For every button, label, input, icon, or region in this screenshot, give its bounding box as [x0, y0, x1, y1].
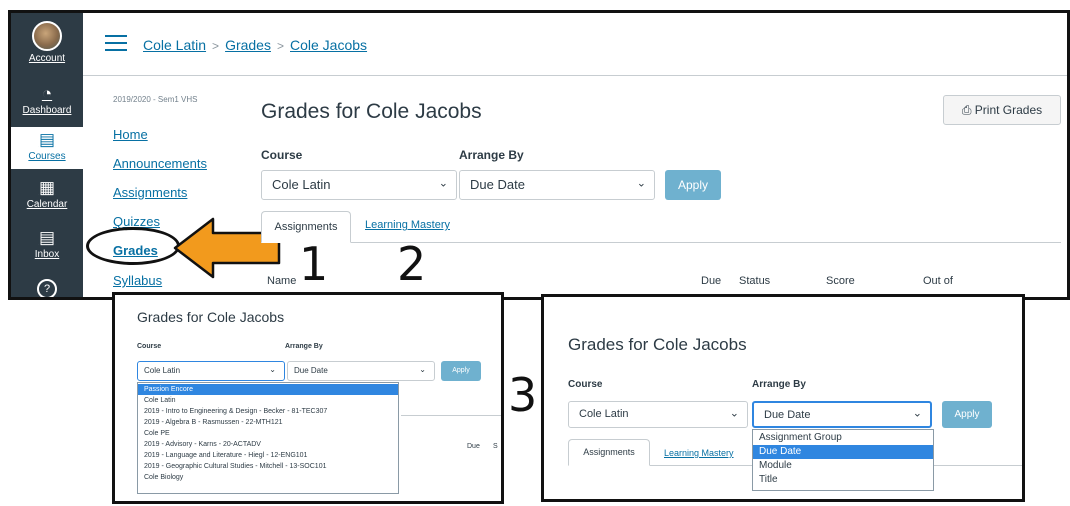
- course-option[interactable]: 2019 - Geographic Cultural Studies - Mit…: [138, 461, 398, 472]
- annotation-number-3: 3: [508, 368, 538, 422]
- tabs-divider: [401, 415, 501, 416]
- arrange-option[interactable]: Assignment Group: [753, 431, 933, 445]
- arrange-option[interactable]: Module: [753, 459, 933, 473]
- help-icon: ?: [37, 279, 57, 297]
- grades-page-screenshot: Account ◔ Dashboard ▤ Courses ▦ Calendar…: [8, 10, 1070, 300]
- nav-calendar[interactable]: ▦ Calendar: [11, 178, 83, 211]
- arrange-option[interactable]: Due Date: [753, 445, 933, 459]
- course-nav-assignments[interactable]: Assignments: [113, 185, 187, 200]
- tab-learning-mastery[interactable]: Learning Mastery: [664, 448, 734, 458]
- nav-inbox[interactable]: ▤ Inbox: [11, 228, 83, 261]
- course-label: Course: [137, 343, 162, 350]
- tabs-divider: [261, 242, 1061, 243]
- column-score: Score: [826, 275, 855, 287]
- course-option[interactable]: Cole Latin: [138, 395, 398, 406]
- course-dropdown-list: Passion Encore Cole Latin 2019 - Intro t…: [137, 382, 399, 494]
- column-status: S: [493, 443, 498, 450]
- hamburger-menu-icon[interactable]: [105, 35, 127, 51]
- arrange-by-dropdown-list: Assignment Group Due Date Module Title: [752, 429, 934, 491]
- nav-help[interactable]: ?: [11, 279, 83, 297]
- column-due: Due: [701, 275, 722, 287]
- arrange-by-select[interactable]: Due Date ⌄: [752, 401, 932, 428]
- grades-highlight-circle: [86, 227, 180, 265]
- chevron-down-icon: ⌄: [269, 365, 276, 375]
- arrange-by-select[interactable]: Due Date ⌄: [459, 170, 655, 200]
- column-name: Name: [267, 275, 297, 287]
- printer-icon: ⎙: [961, 103, 972, 117]
- chevron-right-icon: >: [212, 39, 220, 53]
- avatar: [32, 21, 62, 51]
- course-nav-syllabus[interactable]: Syllabus: [113, 273, 162, 288]
- arrange-by-dropdown-panel: Grades for Cole Jacobs Course Arrange By…: [541, 294, 1025, 502]
- nav-dashboard[interactable]: ◔ Dashboard: [11, 84, 83, 117]
- course-option[interactable]: 2019 - Algebra B - Rasmussen - 22-MTH121: [138, 417, 398, 428]
- course-dropdown-panel: Grades for Cole Jacobs Course Arrange By…: [112, 292, 504, 504]
- chevron-down-icon: ⌄: [636, 177, 646, 190]
- breadcrumb-grades[interactable]: Grades: [225, 37, 271, 53]
- nav-account[interactable]: Account: [11, 21, 83, 64]
- arrange-by-label: Arrange By: [285, 343, 323, 350]
- breadcrumb-course[interactable]: Cole Latin: [143, 37, 206, 53]
- course-option[interactable]: 2019 - Language and Literature - Hiegl -…: [138, 450, 398, 461]
- term-label: 2019/2020 - Sem1 VHS: [113, 95, 198, 104]
- page-header: Cole Latin > Grades > Cole Jacobs: [83, 13, 1067, 76]
- column-due: Due: [467, 443, 480, 450]
- book-icon: ▤: [38, 130, 56, 149]
- tab-assignments[interactable]: Assignments: [568, 439, 650, 466]
- arrange-by-select[interactable]: Due Date ⌄: [287, 361, 435, 381]
- chevron-right-icon: >: [276, 39, 284, 53]
- nav-courses[interactable]: ▤ Courses: [11, 127, 83, 169]
- course-option[interactable]: Cole Biology: [138, 472, 398, 483]
- annotation-number-1: 1: [299, 237, 329, 291]
- tab-learning-mastery[interactable]: Learning Mastery: [365, 219, 450, 231]
- course-label: Course: [568, 379, 603, 390]
- course-option[interactable]: 2019 - Advisory - Karns - 20-ACTADV: [138, 439, 398, 450]
- course-select[interactable]: Cole Latin ⌄: [137, 361, 285, 381]
- course-nav-announcements[interactable]: Announcements: [113, 156, 207, 171]
- apply-button[interactable]: Apply: [665, 170, 721, 200]
- apply-button[interactable]: Apply: [942, 401, 992, 428]
- breadcrumb-student[interactable]: Cole Jacobs: [290, 37, 367, 53]
- breadcrumb: Cole Latin > Grades > Cole Jacobs: [143, 37, 367, 53]
- inbox-icon: ▤: [38, 228, 56, 247]
- course-select[interactable]: Cole Latin ⌄: [261, 170, 457, 200]
- arrange-by-label: Arrange By: [752, 379, 806, 390]
- column-out-of: Out of: [923, 275, 953, 287]
- dashboard-icon: ◔: [41, 84, 53, 103]
- chevron-down-icon: ⌄: [729, 406, 739, 419]
- global-navigation: Account ◔ Dashboard ▤ Courses ▦ Calendar…: [11, 13, 83, 297]
- course-option[interactable]: Passion Encore: [138, 384, 398, 395]
- print-grades-button[interactable]: ⎙ Print Grades: [943, 95, 1061, 125]
- chevron-down-icon: ⌄: [438, 177, 448, 190]
- panel-title: Grades for Cole Jacobs: [137, 309, 285, 325]
- course-option[interactable]: Cole PE: [138, 428, 398, 439]
- arrange-by-label: Arrange By: [459, 148, 524, 162]
- chevron-down-icon: ⌄: [419, 365, 426, 375]
- page-title: Grades for Cole Jacobs: [261, 100, 482, 123]
- annotation-number-2: 2: [397, 237, 427, 291]
- column-status: Status: [739, 275, 771, 287]
- course-label: Course: [261, 148, 303, 162]
- course-select[interactable]: Cole Latin ⌄: [568, 401, 748, 428]
- arrange-option[interactable]: Title: [753, 473, 933, 487]
- apply-button[interactable]: Apply: [441, 361, 481, 381]
- chevron-down-icon: ⌄: [912, 406, 922, 419]
- panel-title: Grades for Cole Jacobs: [568, 335, 747, 354]
- calendar-icon: ▦: [38, 178, 56, 197]
- course-nav-home[interactable]: Home: [113, 127, 148, 142]
- course-option[interactable]: 2019 - Intro to Engineering & Design - B…: [138, 406, 398, 417]
